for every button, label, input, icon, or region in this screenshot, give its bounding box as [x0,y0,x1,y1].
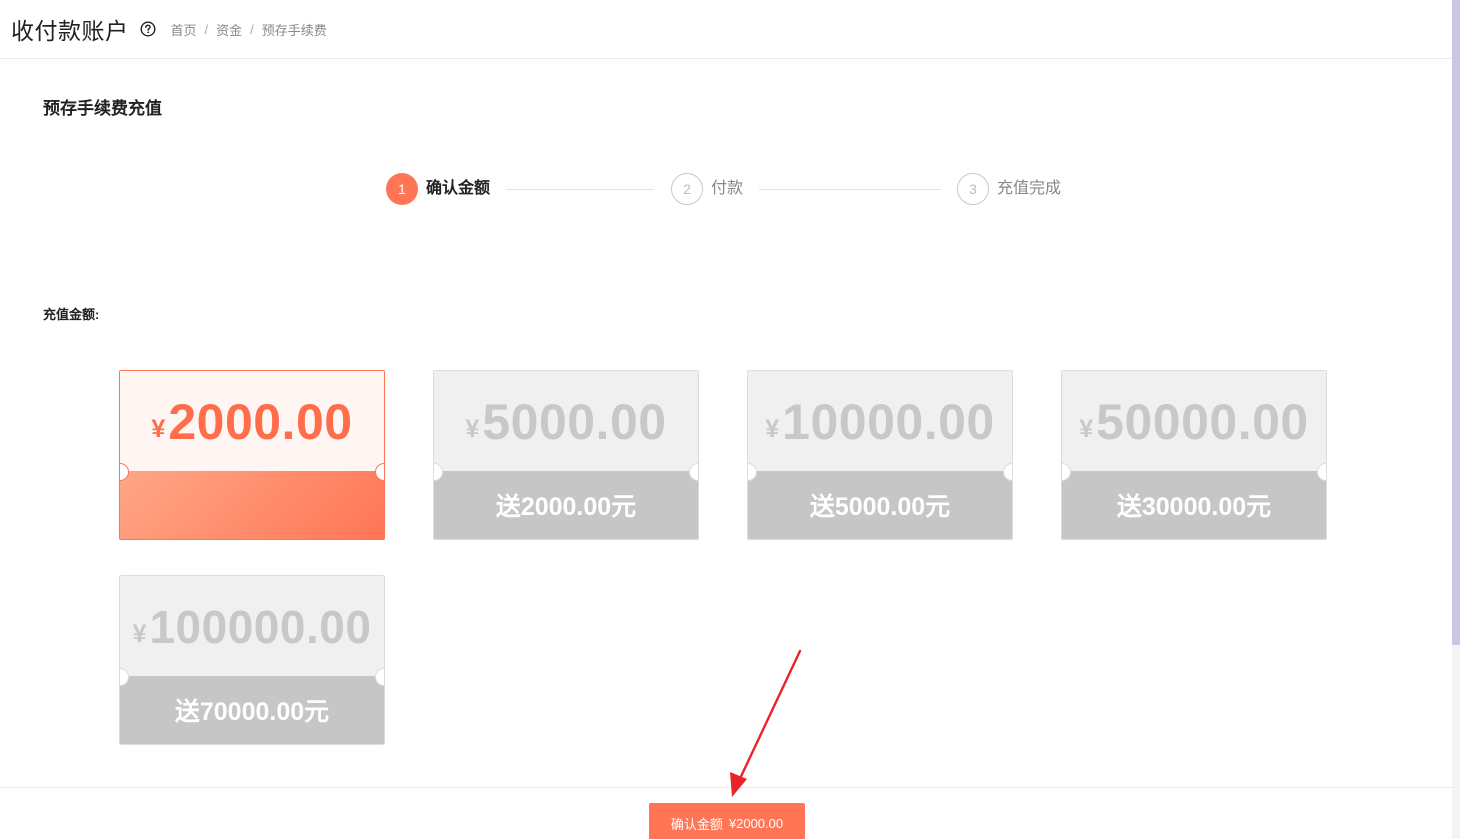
amount-option-price: ¥2000.00 [120,371,384,472]
step-connector [759,189,941,190]
amount-option-10000[interactable]: ¥10000.00 送5000.00元 [747,370,1013,540]
breadcrumb-current: 预存手续费 [261,22,327,38]
amount-value: 100000.00 [149,600,372,653]
confirm-amount-button[interactable]: 确认金额 ¥2000.00 [649,803,805,839]
amount-option-price: ¥5000.00 [434,371,698,472]
breadcrumb: 首页 / 资金 / 预存手续费 [171,20,327,39]
page-header: 收付款账户 首页 / 资金 / 预存手续费 [0,0,1452,59]
step-2-label: 付款 [711,180,744,197]
amount-option-price: ¥50000.00 [1062,371,1326,472]
amount-option-bonus: 送5000.00元 [748,471,1012,539]
amount-option-2000[interactable]: ¥2000.00 [119,370,385,540]
step-3-circle: 3 [957,173,989,205]
amount-value: 50000.00 [1096,393,1309,450]
breadcrumb-separator: / [250,21,254,37]
breadcrumb-separator: / [204,21,209,37]
steps-progress: 1 确认金额 2 付款 3 充值完成 [386,173,1086,205]
red-arrow-annotation [730,649,802,797]
amount-option-bonus: 送30000.00元 [1062,471,1326,539]
currency-symbol: ¥ [132,620,147,648]
breadcrumb-funds[interactable]: 资金 [216,20,242,39]
scrollbar-gutter [1460,0,1474,839]
step-2-circle: 2 [671,173,703,205]
amount-option-5000[interactable]: ¥5000.00 送2000.00元 [433,370,699,540]
amount-option-bonus: 送2000.00元 [434,471,698,539]
page-title: 收付款账户 [11,18,129,44]
amount-option-100000[interactable]: ¥100000.00 送70000.00元 [119,575,385,745]
amount-value: 5000.00 [482,393,667,450]
question-circle-icon[interactable] [139,21,156,37]
confirm-button-amount: ¥2000.00 [728,815,784,831]
amount-option-price: ¥10000.00 [748,371,1012,472]
amount-value: 2000.00 [168,393,353,450]
amount-value: 10000.00 [782,393,995,450]
currency-symbol: ¥ [1079,415,1094,443]
amount-option-bonus: 送70000.00元 [120,676,384,744]
step-3-label: 充值完成 [997,180,1062,197]
step-1-circle: 1 [386,173,418,205]
breadcrumb-home[interactable]: 首页 [171,20,197,39]
currency-symbol: ¥ [151,415,166,443]
amount-option-price: ¥100000.00 [120,576,384,677]
section-title: 预存手续费充值 [43,99,162,118]
currency-symbol: ¥ [465,415,480,443]
amount-label: 充值金额: [43,307,100,322]
amount-option-50000[interactable]: ¥50000.00 送30000.00元 [1061,370,1327,540]
confirm-button-label: 确认金额 [670,816,723,832]
step-1-label: 确认金额 [426,180,491,197]
scrollbar-thumb[interactable] [1452,0,1460,645]
step-connector [506,189,654,190]
amount-option-bonus [120,471,384,539]
currency-symbol: ¥ [765,415,780,443]
